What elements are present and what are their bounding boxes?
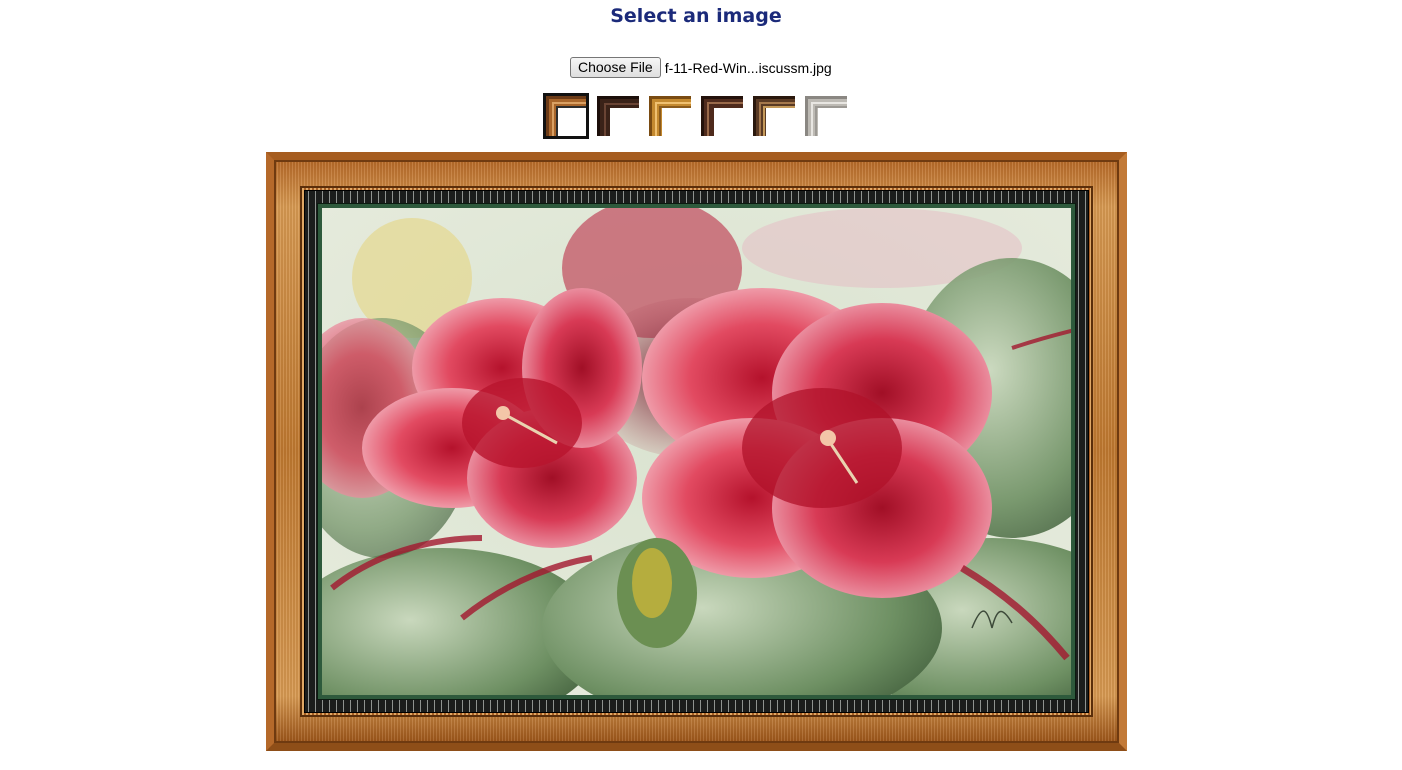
right-hibiscus [642,288,992,598]
file-input[interactable]: Choose File f-11-Red-Win...iscussm.jpg [570,57,832,78]
page-title: Select an image [610,5,782,27]
frame-option-2[interactable] [597,93,643,139]
frame-option-4[interactable] [701,93,747,139]
page: Select an image Choose File f-11-Red-Win… [0,0,1402,770]
frame-corner-icon [753,93,799,139]
frame-corner-icon [597,93,643,139]
choose-file-button[interactable]: Choose File [570,57,661,78]
frame-option-5[interactable] [753,93,799,139]
frame-corner-icon [805,93,851,139]
selected-file-name: f-11-Red-Win...iscussm.jpg [664,59,832,76]
frame-corner-icon [649,93,695,139]
frame-corner-icon [546,96,586,136]
frame-corner-icon [701,93,747,139]
framed-artwork [266,152,1127,751]
artwork-image [322,208,1071,695]
hibiscus-painting [322,208,1071,695]
frame-option-1[interactable] [543,93,589,139]
frame-option-6[interactable] [805,93,851,139]
frame-option-3[interactable] [649,93,695,139]
